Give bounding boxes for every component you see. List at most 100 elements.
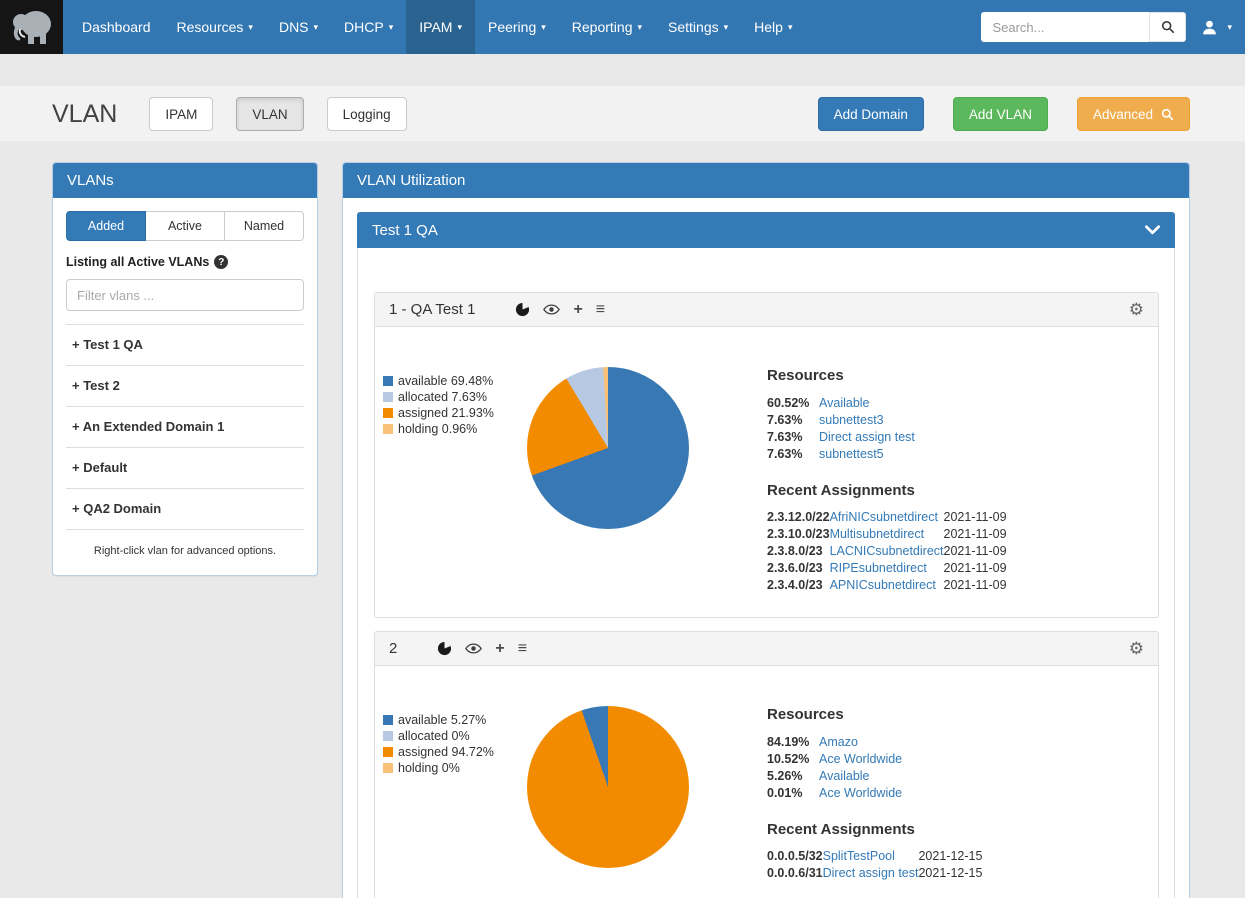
assignment-link[interactable]: SplitTestPool bbox=[823, 847, 919, 864]
resource-link[interactable]: subnettest3 bbox=[819, 411, 915, 428]
nav-label: Peering bbox=[488, 19, 536, 35]
legend-label: holding 0.96% bbox=[398, 421, 477, 437]
resource-row: 84.19% Amazo bbox=[767, 733, 902, 750]
legend-item: allocated 0% bbox=[383, 728, 494, 744]
details-column: Resources 60.52% Available 7.63% subnett… bbox=[767, 367, 1142, 593]
card-body: available 5.27% allocated 0% assigned 94… bbox=[375, 666, 1158, 898]
add-domain-button[interactable]: Add Domain bbox=[818, 97, 924, 131]
assignment-link[interactable]: RIPEsubnetdirect bbox=[830, 559, 944, 576]
assignment-link[interactable]: Multisubnetdirect bbox=[830, 525, 944, 542]
pie-chart-icon[interactable] bbox=[437, 641, 452, 656]
resource-link[interactable]: Direct assign test bbox=[819, 428, 915, 445]
vlan-group-header[interactable]: Test 1 QA bbox=[357, 212, 1175, 248]
main-panel-body: Test 1 QA 1 - QA Test 1 bbox=[343, 198, 1189, 898]
tab-active[interactable]: Active bbox=[146, 211, 225, 241]
page-header: VLAN IPAM VLAN Logging Add Domain Add VL… bbox=[52, 91, 1190, 137]
resource-link[interactable]: Amazo bbox=[819, 733, 902, 750]
vlan-filter-input[interactable] bbox=[66, 279, 304, 311]
resource-link[interactable]: Ace Worldwide bbox=[819, 784, 902, 801]
nav-item-ipam[interactable]: IPAM ▾ bbox=[406, 0, 475, 54]
assignment-link[interactable]: Direct assign test bbox=[823, 864, 919, 881]
resource-percent: 7.63% bbox=[767, 411, 819, 428]
legend-item: allocated 7.63% bbox=[383, 389, 494, 405]
legend-swatch bbox=[383, 408, 393, 418]
legend-item: holding 0.96% bbox=[383, 421, 494, 437]
search-button[interactable] bbox=[1149, 12, 1186, 42]
caret-down-icon: ▾ bbox=[724, 22, 729, 33]
tab-ipam[interactable]: IPAM bbox=[149, 97, 213, 131]
vlan-filter-tabs: Added Active Named bbox=[66, 211, 304, 241]
search-input[interactable] bbox=[981, 12, 1149, 42]
nav-label: Settings bbox=[668, 19, 719, 35]
main-menu: Dashboard Resources ▾ DNS ▾ DHCP ▾ IPAM … bbox=[69, 0, 805, 54]
user-menu[interactable]: ▾ bbox=[1201, 19, 1232, 36]
assignment-link[interactable]: AfriNICsubnetdirect bbox=[830, 508, 944, 525]
plus-icon[interactable]: + bbox=[495, 641, 504, 657]
card-title: 2 bbox=[389, 640, 397, 657]
app-logo[interactable] bbox=[0, 0, 63, 54]
resource-row: 7.63% subnettest3 bbox=[767, 411, 915, 428]
vlan-group-body: 1 - QA Test 1 bbox=[357, 248, 1175, 898]
vlan-list-item[interactable]: + Default bbox=[66, 447, 304, 488]
gear-icon[interactable]: ⚙ bbox=[1129, 301, 1144, 318]
assignment-cidr: 0.0.0.5/32 bbox=[767, 847, 823, 864]
legend-swatch bbox=[383, 424, 393, 434]
assignment-link[interactable]: APNICsubnetdirect bbox=[830, 576, 944, 593]
vlan-list-item[interactable]: + QA2 Domain bbox=[66, 488, 304, 530]
tab-added[interactable]: Added bbox=[66, 211, 146, 241]
nav-item-reporting[interactable]: Reporting ▾ bbox=[559, 0, 655, 54]
resource-link[interactable]: subnettest5 bbox=[819, 445, 915, 462]
card-toolbar: + ≡ bbox=[437, 641, 527, 657]
assignments-heading: Recent Assignments bbox=[767, 482, 1142, 499]
assignment-link[interactable]: LACNICsubnetdirect bbox=[830, 542, 944, 559]
vlan-list: + Test 1 QA + Test 2 + An Extended Domai… bbox=[66, 324, 304, 530]
nav-item-resources[interactable]: Resources ▾ bbox=[164, 0, 266, 54]
assignments-heading: Recent Assignments bbox=[767, 821, 1142, 838]
assignment-row: 0.0.0.5/32 SplitTestPool 2021-12-15 bbox=[767, 847, 982, 864]
caret-down-icon: ▾ bbox=[389, 22, 394, 33]
advanced-search-button[interactable]: Advanced bbox=[1077, 97, 1190, 131]
resource-percent: 10.52% bbox=[767, 750, 819, 767]
help-icon[interactable]: ? bbox=[214, 255, 228, 269]
add-vlan-button[interactable]: Add VLAN bbox=[953, 97, 1048, 131]
caret-down-icon: ▾ bbox=[541, 22, 546, 33]
eye-icon[interactable] bbox=[465, 643, 482, 654]
resource-link[interactable]: Available bbox=[819, 394, 915, 411]
vlan-list-item[interactable]: + Test 2 bbox=[66, 365, 304, 406]
top-navbar: Dashboard Resources ▾ DNS ▾ DHCP ▾ IPAM … bbox=[0, 0, 1245, 54]
tab-vlan[interactable]: VLAN bbox=[236, 97, 303, 131]
chevron-down-icon[interactable] bbox=[1145, 225, 1160, 235]
tab-logging[interactable]: Logging bbox=[327, 97, 407, 131]
pie-chart-icon[interactable] bbox=[515, 302, 530, 317]
assignment-row: 2.3.4.0/23 APNICsubnetdirect 2021-11-09 bbox=[767, 576, 1007, 593]
legend-item: assigned 94.72% bbox=[383, 744, 494, 760]
assignment-cidr: 0.0.0.6/31 bbox=[767, 864, 823, 881]
nav-item-peering[interactable]: Peering ▾ bbox=[475, 0, 559, 54]
card-body: available 69.48% allocated 7.63% assigne… bbox=[375, 327, 1158, 617]
menu-icon[interactable]: ≡ bbox=[518, 641, 527, 657]
resource-percent: 0.01% bbox=[767, 784, 819, 801]
assignment-date: 2021-12-15 bbox=[918, 864, 982, 881]
resource-link[interactable]: Available bbox=[819, 767, 902, 784]
assignment-row: 2.3.12.0/22 AfriNICsubnetdirect 2021-11-… bbox=[767, 508, 1007, 525]
tab-named[interactable]: Named bbox=[225, 211, 304, 241]
menu-icon[interactable]: ≡ bbox=[596, 302, 605, 318]
resource-row: 7.63% subnettest5 bbox=[767, 445, 915, 462]
nav-item-settings[interactable]: Settings ▾ bbox=[655, 0, 741, 54]
plus-icon[interactable]: + bbox=[573, 302, 582, 318]
vlan-list-item[interactable]: + Test 1 QA bbox=[66, 324, 304, 365]
header-actions: Add Domain Add VLAN Advanced bbox=[818, 97, 1190, 131]
vlan-list-item[interactable]: + An Extended Domain 1 bbox=[66, 406, 304, 447]
resource-link[interactable]: Ace Worldwide bbox=[819, 750, 902, 767]
legend-item: available 69.48% bbox=[383, 373, 494, 389]
nav-item-dashboard[interactable]: Dashboard bbox=[69, 0, 164, 54]
resource-row: 7.63% Direct assign test bbox=[767, 428, 915, 445]
assignment-date: 2021-11-09 bbox=[944, 508, 1007, 525]
legend-swatch bbox=[383, 376, 393, 386]
caret-down-icon: ▾ bbox=[1227, 22, 1232, 33]
gear-icon[interactable]: ⚙ bbox=[1129, 640, 1144, 657]
nav-item-help[interactable]: Help ▾ bbox=[741, 0, 805, 54]
nav-item-dns[interactable]: DNS ▾ bbox=[266, 0, 331, 54]
nav-item-dhcp[interactable]: DHCP ▾ bbox=[331, 0, 406, 54]
eye-icon[interactable] bbox=[543, 304, 560, 315]
